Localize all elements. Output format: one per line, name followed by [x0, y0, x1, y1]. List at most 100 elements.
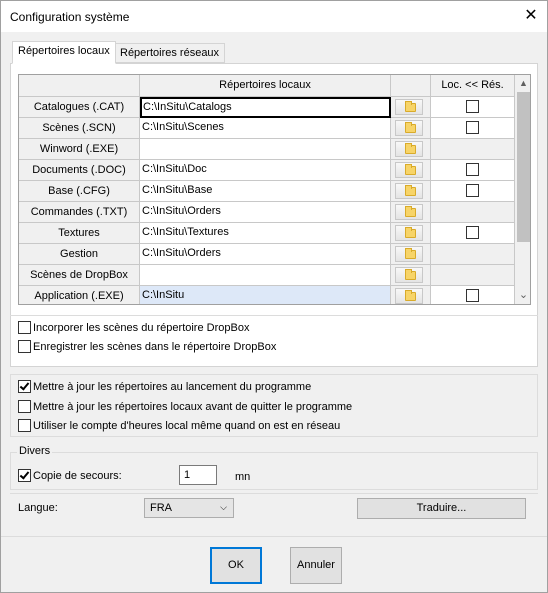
- save-dropbox-checkbox[interactable]: [18, 340, 31, 353]
- divers-legend: Divers: [17, 445, 53, 457]
- loc-res-cell: [431, 202, 515, 223]
- column-header-browse: [391, 75, 431, 97]
- directories-grid: Répertoires locaux Loc. << Rés. Catalogu…: [18, 74, 531, 305]
- row-header: Scènes (.SCN): [19, 118, 140, 139]
- path-cell[interactable]: C:\InSitu\Base: [140, 181, 391, 202]
- update-before-quit-checkbox[interactable]: [18, 400, 31, 413]
- scroll-down-icon[interactable]: ⌄: [515, 287, 530, 304]
- browse-folder-button[interactable]: [395, 183, 423, 199]
- update-on-start-checkbox[interactable]: [18, 380, 31, 393]
- browse-cell: [391, 160, 431, 181]
- loc-res-cell: [431, 139, 515, 160]
- loc-res-checkbox[interactable]: [466, 226, 479, 239]
- folder-icon: [405, 290, 416, 301]
- tab-label: Répertoires réseaux: [120, 47, 220, 59]
- loc-res-cell: [431, 223, 515, 244]
- column-header-loc-res: Loc. << Rés.: [431, 75, 515, 97]
- row-header: Winword (.EXE): [19, 139, 140, 160]
- browse-folder-button[interactable]: [395, 267, 423, 283]
- checkmark-icon: [19, 380, 30, 391]
- path-cell[interactable]: [140, 139, 391, 160]
- cancel-button[interactable]: Annuler: [290, 547, 342, 584]
- grid-corner-header: [19, 75, 140, 97]
- backup-unit-label: mn: [235, 471, 251, 483]
- folder-icon: [405, 227, 416, 238]
- row-header: Textures: [19, 223, 140, 244]
- local-hours-label: Utiliser le compte d'heures local même q…: [33, 420, 341, 432]
- language-value: FRA: [150, 502, 172, 514]
- path-cell[interactable]: C:\InSitu\Textures: [140, 223, 391, 244]
- folder-icon: [405, 248, 416, 259]
- loc-res-cell: [431, 244, 515, 265]
- loc-res-checkbox[interactable]: [466, 100, 479, 113]
- folder-icon: [405, 185, 416, 196]
- browse-cell: [391, 244, 431, 265]
- save-dropbox-label: Enregistrer les scènes dans le répertoir…: [33, 341, 277, 353]
- loc-res-checkbox[interactable]: [466, 121, 479, 134]
- checkmark-icon: [19, 469, 30, 480]
- incorporate-dropbox-label: Incorporer les scènes du répertoire Drop…: [33, 322, 250, 334]
- path-cell[interactable]: C:\InSitu\Scenes: [140, 118, 391, 139]
- path-cell[interactable]: C:\InSitu\Catalogs: [140, 97, 391, 118]
- folder-icon: [405, 206, 416, 217]
- tab-network-directories[interactable]: Répertoires réseaux: [114, 43, 226, 63]
- browse-folder-button[interactable]: [395, 246, 423, 262]
- path-cell[interactable]: C:\InSitu\Orders: [140, 202, 391, 223]
- browse-cell: [391, 97, 431, 118]
- path-cell[interactable]: C:\InSitu: [140, 286, 391, 304]
- row-header: Commandes (.TXT): [19, 202, 140, 223]
- backup-checkbox[interactable]: [18, 469, 31, 482]
- folder-icon: [405, 164, 416, 175]
- close-icon[interactable]: ✕: [515, 1, 547, 32]
- row-header: Gestion: [19, 244, 140, 265]
- loc-res-cell: [431, 118, 515, 139]
- update-before-quit-label: Mettre à jour les répertoires locaux ava…: [33, 401, 353, 413]
- path-cell[interactable]: C:\InSitu\Doc: [140, 160, 391, 181]
- browse-cell: [391, 265, 431, 286]
- browse-folder-button[interactable]: [395, 141, 423, 157]
- footer-separator: [1, 536, 547, 537]
- scroll-thumb[interactable]: [517, 92, 530, 242]
- browse-cell: [391, 286, 431, 304]
- browse-cell: [391, 118, 431, 139]
- browse-folder-button[interactable]: [395, 120, 423, 136]
- folder-icon: [405, 122, 416, 133]
- incorporate-dropbox-checkbox[interactable]: [18, 321, 31, 334]
- browse-cell: [391, 223, 431, 244]
- row-header: Scènes de DropBox: [19, 265, 140, 286]
- browse-cell: [391, 181, 431, 202]
- translate-button[interactable]: Traduire...: [357, 498, 526, 519]
- local-hours-checkbox[interactable]: [18, 419, 31, 432]
- folder-icon: [405, 101, 416, 112]
- loc-res-cell: [431, 181, 515, 202]
- loc-res-cell: [431, 286, 515, 304]
- backup-label: Copie de secours:: [33, 470, 122, 482]
- grid-scrollbar[interactable]: ▲ ⌄: [515, 75, 530, 304]
- folder-icon: [405, 143, 416, 154]
- browse-folder-button[interactable]: [395, 288, 423, 304]
- language-label: Langue:: [18, 502, 58, 514]
- ok-button[interactable]: OK: [210, 547, 262, 584]
- browse-folder-button[interactable]: [395, 99, 423, 115]
- tab-local-directories[interactable]: Répertoires locaux: [12, 41, 116, 64]
- browse-folder-button[interactable]: [395, 225, 423, 241]
- language-select[interactable]: FRA ⌵: [144, 498, 234, 518]
- browse-folder-button[interactable]: [395, 204, 423, 220]
- loc-res-checkbox[interactable]: [466, 184, 479, 197]
- update-on-start-label: Mettre à jour les répertoires au lanceme…: [33, 381, 312, 393]
- browse-cell: [391, 202, 431, 223]
- loc-res-checkbox[interactable]: [466, 163, 479, 176]
- window-title: Configuration système: [10, 10, 130, 24]
- title-bar: Configuration système ✕: [1, 1, 547, 32]
- row-header: Base (.CFG): [19, 181, 140, 202]
- loc-res-cell: [431, 265, 515, 286]
- loc-res-cell: [431, 97, 515, 118]
- browse-folder-button[interactable]: [395, 162, 423, 178]
- folder-icon: [405, 269, 416, 280]
- row-header: Documents (.DOC): [19, 160, 140, 181]
- path-cell[interactable]: C:\InSitu\Orders: [140, 244, 391, 265]
- scroll-up-icon[interactable]: ▲: [515, 75, 530, 92]
- loc-res-checkbox[interactable]: [466, 289, 479, 302]
- path-cell[interactable]: [140, 265, 391, 286]
- backup-interval-input[interactable]: 1: [179, 465, 217, 485]
